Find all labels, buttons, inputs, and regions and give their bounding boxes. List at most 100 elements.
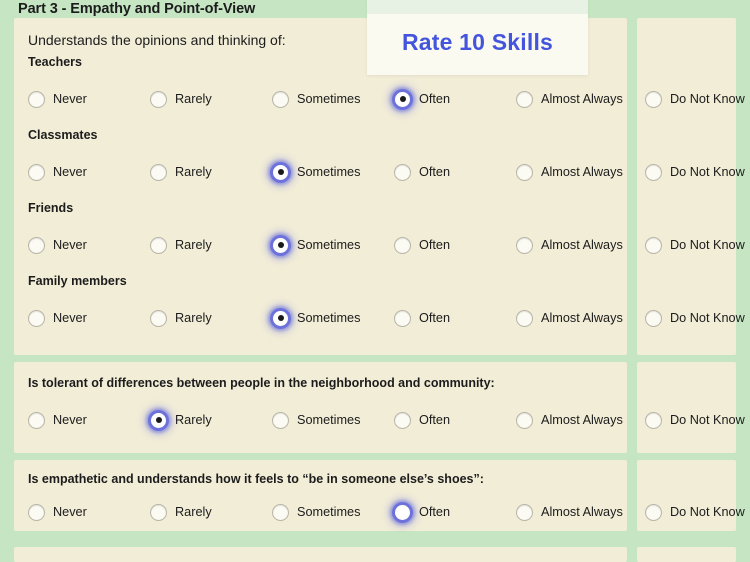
- radio-icon[interactable]: [516, 309, 533, 327]
- radio-option-family-sometimes[interactable]: Sometimes: [272, 305, 360, 331]
- radio-option-classmates-never[interactable]: Never: [28, 159, 87, 185]
- radio-icon[interactable]: [394, 309, 411, 327]
- radio-option-friends-do-not-know[interactable]: Do Not Know: [645, 232, 745, 258]
- radio-option-family-do-not-know[interactable]: Do Not Know: [645, 305, 745, 331]
- rate-skills-label: Rate 10 Skills: [401, 29, 554, 55]
- radio-icon[interactable]: [272, 309, 289, 327]
- radio-option-tolerance-sometimes[interactable]: Sometimes: [272, 407, 360, 433]
- radio-option-family-often[interactable]: Often: [394, 305, 450, 331]
- radio-option-tolerance-rarely[interactable]: Rarely: [150, 407, 212, 433]
- radio-option-friends-rarely[interactable]: Rarely: [150, 232, 212, 258]
- radio-icon[interactable]: [516, 411, 533, 429]
- section-1-side-panel: Do Not Know Do Not Know Do Not Know Do N…: [637, 18, 745, 355]
- radio-option-friends-never[interactable]: Never: [28, 232, 87, 258]
- radio-icon[interactable]: [645, 411, 662, 429]
- page-title: Part 3 - Empathy and Point-of-View: [18, 1, 256, 17]
- radio-option-empathy-never[interactable]: Never: [28, 499, 87, 525]
- radio-icon[interactable]: [150, 503, 167, 521]
- radio-icon[interactable]: [28, 503, 45, 521]
- radio-option-teachers-often[interactable]: Often: [394, 86, 450, 112]
- radio-label: Often: [419, 238, 451, 252]
- radio-row-tolerance: Never Rarely Sometimes Often Almost Alwa…: [14, 407, 627, 433]
- radio-option-empathy-sometimes[interactable]: Sometimes: [272, 499, 360, 525]
- radio-icon[interactable]: [150, 411, 167, 429]
- radio-option-friends-sometimes[interactable]: Sometimes: [272, 232, 360, 258]
- radio-icon[interactable]: [150, 309, 167, 327]
- radio-label: Rarely: [175, 505, 212, 519]
- radio-icon[interactable]: [272, 90, 289, 108]
- radio-option-family-rarely[interactable]: Rarely: [150, 305, 212, 331]
- radio-icon[interactable]: [645, 236, 662, 254]
- radio-icon[interactable]: [394, 236, 411, 254]
- radio-option-family-never[interactable]: Never: [28, 305, 87, 331]
- radio-icon[interactable]: [645, 503, 662, 521]
- radio-label: Almost Always: [541, 311, 623, 325]
- radio-option-empathy-rarely[interactable]: Rarely: [150, 499, 212, 525]
- radio-option-classmates-do-not-know[interactable]: Do Not Know: [645, 159, 745, 185]
- rate-skills-overlay[interactable]: Rate 10 Skills: [367, 0, 588, 75]
- radio-option-tolerance-never[interactable]: Never: [28, 407, 87, 433]
- radio-option-classmates-sometimes[interactable]: Sometimes: [272, 159, 360, 185]
- radio-option-friends-often[interactable]: Often: [394, 232, 450, 258]
- radio-icon[interactable]: [645, 90, 662, 108]
- radio-option-classmates-often[interactable]: Often: [394, 159, 450, 185]
- radio-option-teachers-almost-always[interactable]: Almost Always: [516, 86, 623, 112]
- radio-option-teachers-rarely[interactable]: Rarely: [150, 86, 212, 112]
- radio-label: Sometimes: [297, 505, 361, 519]
- radio-icon[interactable]: [28, 163, 45, 181]
- radio-label: Rarely: [175, 92, 212, 106]
- radio-icon[interactable]: [28, 309, 45, 327]
- radio-icon[interactable]: [394, 411, 411, 429]
- radio-label: Rarely: [175, 165, 212, 179]
- radio-icon[interactable]: [394, 90, 411, 108]
- radio-label: Almost Always: [541, 413, 623, 427]
- radio-option-teachers-sometimes[interactable]: Sometimes: [272, 86, 360, 112]
- radio-option-empathy-do-not-know[interactable]: Do Not Know: [645, 499, 745, 525]
- radio-icon[interactable]: [394, 503, 411, 521]
- radio-label: Sometimes: [297, 165, 361, 179]
- radio-icon[interactable]: [272, 503, 289, 521]
- radio-option-teachers-never[interactable]: Never: [28, 86, 87, 112]
- radio-icon[interactable]: [28, 236, 45, 254]
- radio-icon[interactable]: [645, 309, 662, 327]
- radio-option-tolerance-almost-always[interactable]: Almost Always: [516, 407, 623, 433]
- radio-icon[interactable]: [516, 90, 533, 108]
- radio-icon[interactable]: [150, 163, 167, 181]
- radio-icon[interactable]: [516, 236, 533, 254]
- radio-label: Almost Always: [541, 165, 623, 179]
- radio-icon[interactable]: [28, 90, 45, 108]
- radio-option-tolerance-do-not-know[interactable]: Do Not Know: [645, 407, 745, 433]
- section-1-lead-text: Understands the opinions and thinking of…: [28, 32, 286, 48]
- item-label-teachers: Teachers: [28, 55, 82, 69]
- radio-option-classmates-almost-always[interactable]: Almost Always: [516, 159, 623, 185]
- radio-option-empathy-almost-always[interactable]: Almost Always: [516, 499, 623, 525]
- radio-label: Sometimes: [297, 413, 361, 427]
- radio-label: Never: [53, 238, 87, 252]
- radio-label: Do Not Know: [670, 311, 745, 325]
- radio-icon[interactable]: [516, 503, 533, 521]
- survey-page: Part 3 - Empathy and Point-of-View Under…: [0, 0, 750, 562]
- radio-option-teachers-do-not-know[interactable]: Do Not Know: [645, 86, 745, 112]
- radio-icon[interactable]: [28, 411, 45, 429]
- radio-label: Do Not Know: [670, 238, 745, 252]
- radio-icon[interactable]: [150, 236, 167, 254]
- radio-label: Sometimes: [297, 92, 361, 106]
- radio-icon[interactable]: [272, 236, 289, 254]
- radio-option-family-almost-always[interactable]: Almost Always: [516, 305, 623, 331]
- radio-label: Do Not Know: [670, 165, 745, 179]
- overlay-top-strip: [367, 0, 588, 14]
- radio-icon[interactable]: [645, 163, 662, 181]
- radio-icon[interactable]: [272, 163, 289, 181]
- radio-label: Almost Always: [541, 238, 623, 252]
- radio-option-tolerance-often[interactable]: Often: [394, 407, 450, 433]
- item-label-family-members: Family members: [28, 274, 127, 288]
- radio-option-friends-almost-always[interactable]: Almost Always: [516, 232, 623, 258]
- radio-icon[interactable]: [516, 163, 533, 181]
- radio-icon[interactable]: [394, 163, 411, 181]
- radio-label: Often: [419, 413, 451, 427]
- radio-icon[interactable]: [272, 411, 289, 429]
- radio-option-classmates-rarely[interactable]: Rarely: [150, 159, 212, 185]
- section-2-side-panel: Do Not Know: [637, 362, 745, 453]
- radio-icon[interactable]: [150, 90, 167, 108]
- radio-option-empathy-often[interactable]: Often: [394, 499, 450, 525]
